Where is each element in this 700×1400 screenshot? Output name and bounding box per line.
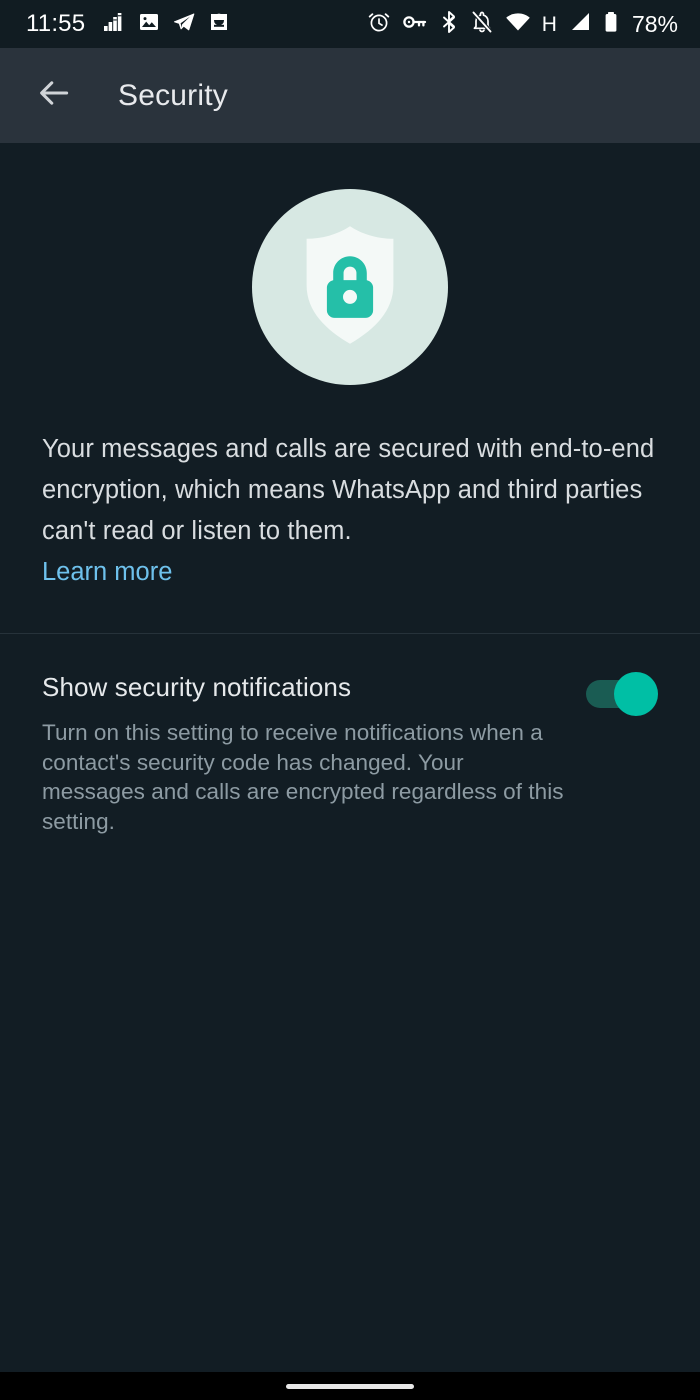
wifi-icon bbox=[505, 10, 531, 39]
setting-row-security-notifications[interactable]: Show security notifications Turn on this… bbox=[0, 634, 700, 836]
equalizer-icon bbox=[102, 10, 126, 39]
shield-lock-icon bbox=[280, 215, 420, 360]
arrow-back-icon bbox=[35, 74, 73, 117]
telegram-send-icon bbox=[172, 10, 196, 39]
network-type-label: H bbox=[541, 12, 557, 36]
encryption-info-block: Your messages and calls are secured with… bbox=[0, 385, 700, 593]
app-bar: Security bbox=[0, 48, 700, 143]
setting-description: Turn on this setting to receive notifica… bbox=[42, 720, 564, 834]
setting-title: Show security notifications bbox=[42, 672, 352, 702]
battery-icon bbox=[603, 10, 619, 39]
hero-circle bbox=[252, 189, 448, 385]
app-screen: 11:55 H 78% Security Your messages and c… bbox=[0, 0, 700, 1400]
learn-more-link[interactable]: Learn more bbox=[42, 552, 172, 593]
encryption-description: Your messages and calls are secured with… bbox=[42, 435, 655, 545]
page-title: Security bbox=[118, 78, 228, 112]
content-area: Your messages and calls are secured with… bbox=[0, 143, 700, 1372]
system-navigation-bar bbox=[0, 1372, 700, 1400]
status-bar-clock: 11:55 bbox=[26, 10, 86, 37]
security-notifications-toggle[interactable] bbox=[586, 670, 658, 718]
battery-percentage-label: 78% bbox=[631, 10, 678, 37]
setting-text-column: Show security notifications Turn on this… bbox=[42, 672, 586, 836]
alarm-clock-icon bbox=[367, 10, 391, 39]
vpn-key-icon bbox=[402, 10, 428, 39]
notifications-muted-icon bbox=[470, 10, 494, 39]
status-bar: 11:55 H 78% bbox=[0, 0, 700, 48]
cellular-signal-icon bbox=[568, 10, 592, 39]
status-bar-left-group: 11:55 bbox=[26, 10, 231, 39]
download-notification-icon bbox=[207, 10, 231, 39]
bluetooth-icon bbox=[439, 10, 459, 39]
encryption-hero bbox=[0, 143, 700, 385]
image-icon bbox=[137, 10, 161, 39]
back-button[interactable] bbox=[28, 70, 80, 122]
home-gesture-pill[interactable] bbox=[286, 1383, 414, 1389]
status-bar-right-group: H 78% bbox=[367, 10, 678, 39]
toggle-thumb bbox=[614, 672, 658, 716]
